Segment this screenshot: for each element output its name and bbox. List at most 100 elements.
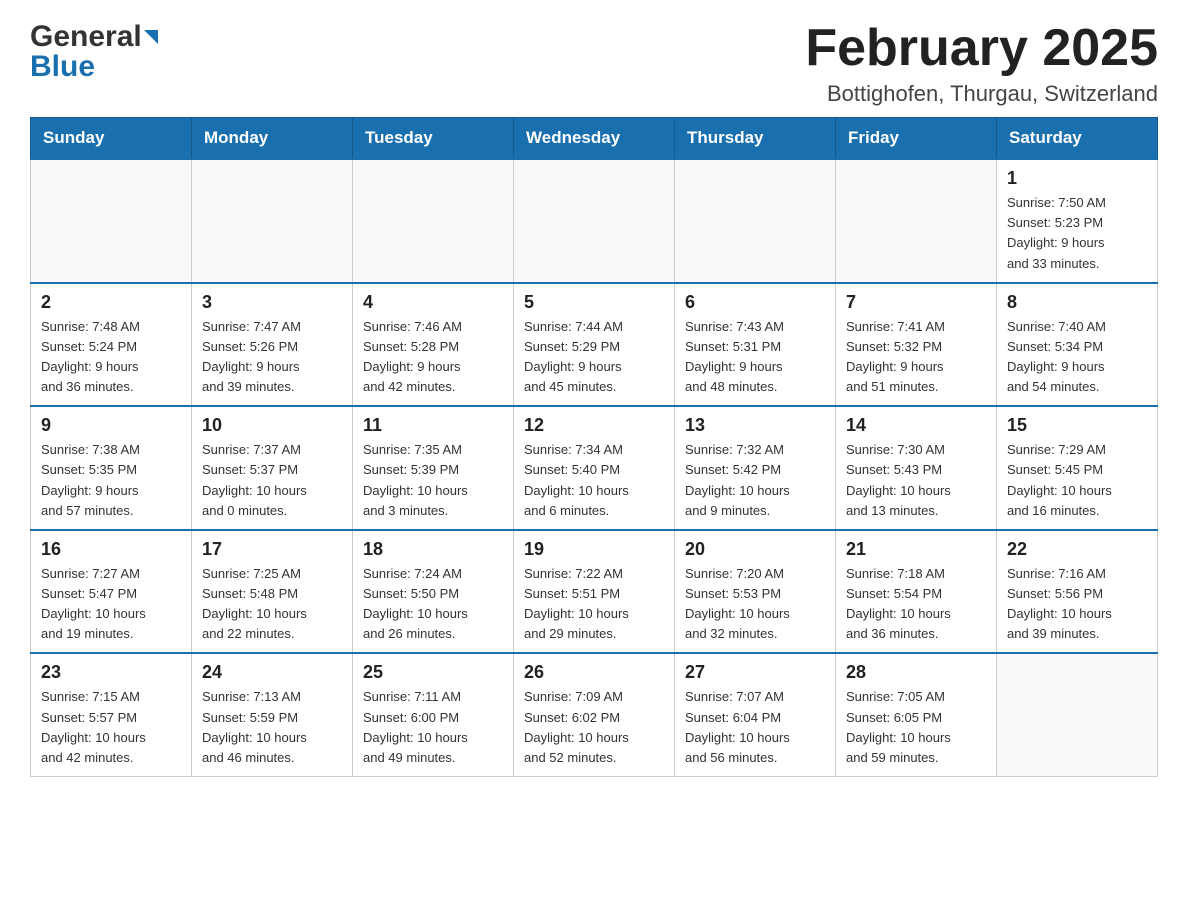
day-info: Sunrise: 7:22 AM Sunset: 5:51 PM Dayligh… [524, 564, 664, 645]
day-number: 6 [685, 292, 825, 313]
day-info: Sunrise: 7:15 AM Sunset: 5:57 PM Dayligh… [41, 687, 181, 768]
calendar-cell: 8 Sunrise: 7:40 AM Sunset: 5:34 PM Daylig… [997, 283, 1158, 407]
day-info: Sunrise: 7:13 AM Sunset: 5:59 PM Dayligh… [202, 687, 342, 768]
weekday-header-tuesday: Tuesday [353, 118, 514, 160]
calendar-cell: 9 Sunrise: 7:38 AM Sunset: 5:35 PM Daylig… [31, 406, 192, 530]
calendar-cell: 14 Sunrise: 7:30 AM Sunset: 5:43 PM Dayli… [836, 406, 997, 530]
day-number: 22 [1007, 539, 1147, 560]
day-info: Sunrise: 7:44 AM Sunset: 5:29 PM Dayligh… [524, 317, 664, 398]
day-info: Sunrise: 7:20 AM Sunset: 5:53 PM Dayligh… [685, 564, 825, 645]
logo-triangle-icon [144, 30, 158, 44]
calendar-cell: 13 Sunrise: 7:32 AM Sunset: 5:42 PM Dayli… [675, 406, 836, 530]
day-number: 23 [41, 662, 181, 683]
title-section: February 2025 Bottighofen, Thurgau, Swit… [805, 20, 1158, 107]
weekday-header-saturday: Saturday [997, 118, 1158, 160]
day-number: 20 [685, 539, 825, 560]
day-info: Sunrise: 7:05 AM Sunset: 6:05 PM Dayligh… [846, 687, 986, 768]
day-number: 24 [202, 662, 342, 683]
calendar-cell: 19 Sunrise: 7:22 AM Sunset: 5:51 PM Dayli… [514, 530, 675, 654]
calendar-week-row: 23 Sunrise: 7:15 AM Sunset: 5:57 PM Dayli… [31, 653, 1158, 776]
day-info: Sunrise: 7:18 AM Sunset: 5:54 PM Dayligh… [846, 564, 986, 645]
weekday-header-wednesday: Wednesday [514, 118, 675, 160]
weekday-header-sunday: Sunday [31, 118, 192, 160]
day-info: Sunrise: 7:25 AM Sunset: 5:48 PM Dayligh… [202, 564, 342, 645]
day-info: Sunrise: 7:50 AM Sunset: 5:23 PM Dayligh… [1007, 193, 1147, 274]
calendar-title: February 2025 [805, 20, 1158, 77]
calendar-cell: 26 Sunrise: 7:09 AM Sunset: 6:02 PM Dayli… [514, 653, 675, 776]
calendar-cell: 27Sunrise: 7:07 AM Sunset: 6:04 PM Dayli… [675, 653, 836, 776]
day-info: Sunrise: 7:38 AM Sunset: 5:35 PM Dayligh… [41, 440, 181, 521]
day-number: 17 [202, 539, 342, 560]
day-number: 19 [524, 539, 664, 560]
day-number: 2 [41, 292, 181, 313]
day-info: Sunrise: 7:48 AM Sunset: 5:24 PM Dayligh… [41, 317, 181, 398]
day-info: Sunrise: 7:40 AM Sunset: 5:34 PM Dayligh… [1007, 317, 1147, 398]
calendar-cell [31, 159, 192, 283]
day-number: 9 [41, 415, 181, 436]
day-info: Sunrise: 7:46 AM Sunset: 5:28 PM Dayligh… [363, 317, 503, 398]
day-number: 27 [685, 662, 825, 683]
page-header: General Blue February 2025 Bottighofen, … [30, 20, 1158, 107]
calendar-cell: 16 Sunrise: 7:27 AM Sunset: 5:47 PM Dayli… [31, 530, 192, 654]
calendar-subtitle: Bottighofen, Thurgau, Switzerland [805, 81, 1158, 107]
day-number: 10 [202, 415, 342, 436]
calendar-cell: 28Sunrise: 7:05 AM Sunset: 6:05 PM Dayli… [836, 653, 997, 776]
day-number: 5 [524, 292, 664, 313]
calendar-cell: 24 Sunrise: 7:13 AM Sunset: 5:59 PM Dayli… [192, 653, 353, 776]
calendar-cell: 21Sunrise: 7:18 AM Sunset: 5:54 PM Dayli… [836, 530, 997, 654]
day-info: Sunrise: 7:35 AM Sunset: 5:39 PM Dayligh… [363, 440, 503, 521]
calendar-cell: 6 Sunrise: 7:43 AM Sunset: 5:31 PM Daylig… [675, 283, 836, 407]
day-number: 7 [846, 292, 986, 313]
calendar-cell: 10 Sunrise: 7:37 AM Sunset: 5:37 PM Dayli… [192, 406, 353, 530]
day-info: Sunrise: 7:37 AM Sunset: 5:37 PM Dayligh… [202, 440, 342, 521]
calendar-week-row: 1 Sunrise: 7:50 AM Sunset: 5:23 PM Daylig… [31, 159, 1158, 283]
calendar-week-row: 9 Sunrise: 7:38 AM Sunset: 5:35 PM Daylig… [31, 406, 1158, 530]
calendar-cell: 22Sunrise: 7:16 AM Sunset: 5:56 PM Dayli… [997, 530, 1158, 654]
day-number: 4 [363, 292, 503, 313]
calendar-cell: 23 Sunrise: 7:15 AM Sunset: 5:57 PM Dayli… [31, 653, 192, 776]
day-info: Sunrise: 7:27 AM Sunset: 5:47 PM Dayligh… [41, 564, 181, 645]
day-info: Sunrise: 7:43 AM Sunset: 5:31 PM Dayligh… [685, 317, 825, 398]
day-info: Sunrise: 7:32 AM Sunset: 5:42 PM Dayligh… [685, 440, 825, 521]
day-number: 1 [1007, 168, 1147, 189]
calendar-cell: 20 Sunrise: 7:20 AM Sunset: 5:53 PM Dayli… [675, 530, 836, 654]
calendar-cell [997, 653, 1158, 776]
day-number: 12 [524, 415, 664, 436]
calendar-cell [836, 159, 997, 283]
day-number: 3 [202, 292, 342, 313]
calendar-cell: 2 Sunrise: 7:48 AM Sunset: 5:24 PM Daylig… [31, 283, 192, 407]
calendar-cell [675, 159, 836, 283]
day-number: 15 [1007, 415, 1147, 436]
calendar-cell: 17 Sunrise: 7:25 AM Sunset: 5:48 PM Dayli… [192, 530, 353, 654]
calendar-cell: 7 Sunrise: 7:41 AM Sunset: 5:32 PM Daylig… [836, 283, 997, 407]
calendar-table: SundayMondayTuesdayWednesdayThursdayFrid… [30, 117, 1158, 777]
weekday-header-row: SundayMondayTuesdayWednesdayThursdayFrid… [31, 118, 1158, 160]
day-info: Sunrise: 7:41 AM Sunset: 5:32 PM Dayligh… [846, 317, 986, 398]
logo-general: General [30, 20, 142, 54]
calendar-cell: 18Sunrise: 7:24 AM Sunset: 5:50 PM Dayli… [353, 530, 514, 654]
calendar-week-row: 2 Sunrise: 7:48 AM Sunset: 5:24 PM Daylig… [31, 283, 1158, 407]
calendar-cell: 25 Sunrise: 7:11 AM Sunset: 6:00 PM Dayli… [353, 653, 514, 776]
day-number: 8 [1007, 292, 1147, 313]
calendar-cell: 11Sunrise: 7:35 AM Sunset: 5:39 PM Dayli… [353, 406, 514, 530]
calendar-cell [353, 159, 514, 283]
weekday-header-thursday: Thursday [675, 118, 836, 160]
day-info: Sunrise: 7:11 AM Sunset: 6:00 PM Dayligh… [363, 687, 503, 768]
day-number: 26 [524, 662, 664, 683]
calendar-cell: 1 Sunrise: 7:50 AM Sunset: 5:23 PM Daylig… [997, 159, 1158, 283]
calendar-cell: 12 Sunrise: 7:34 AM Sunset: 5:40 PM Dayli… [514, 406, 675, 530]
day-number: 25 [363, 662, 503, 683]
calendar-cell [514, 159, 675, 283]
day-info: Sunrise: 7:29 AM Sunset: 5:45 PM Dayligh… [1007, 440, 1147, 521]
day-info: Sunrise: 7:09 AM Sunset: 6:02 PM Dayligh… [524, 687, 664, 768]
weekday-header-monday: Monday [192, 118, 353, 160]
day-number: 18 [363, 539, 503, 560]
calendar-cell: 5 Sunrise: 7:44 AM Sunset: 5:29 PM Daylig… [514, 283, 675, 407]
day-number: 13 [685, 415, 825, 436]
day-info: Sunrise: 7:30 AM Sunset: 5:43 PM Dayligh… [846, 440, 986, 521]
day-number: 16 [41, 539, 181, 560]
day-info: Sunrise: 7:34 AM Sunset: 5:40 PM Dayligh… [524, 440, 664, 521]
weekday-header-friday: Friday [836, 118, 997, 160]
day-number: 14 [846, 415, 986, 436]
logo: General Blue [30, 20, 158, 84]
